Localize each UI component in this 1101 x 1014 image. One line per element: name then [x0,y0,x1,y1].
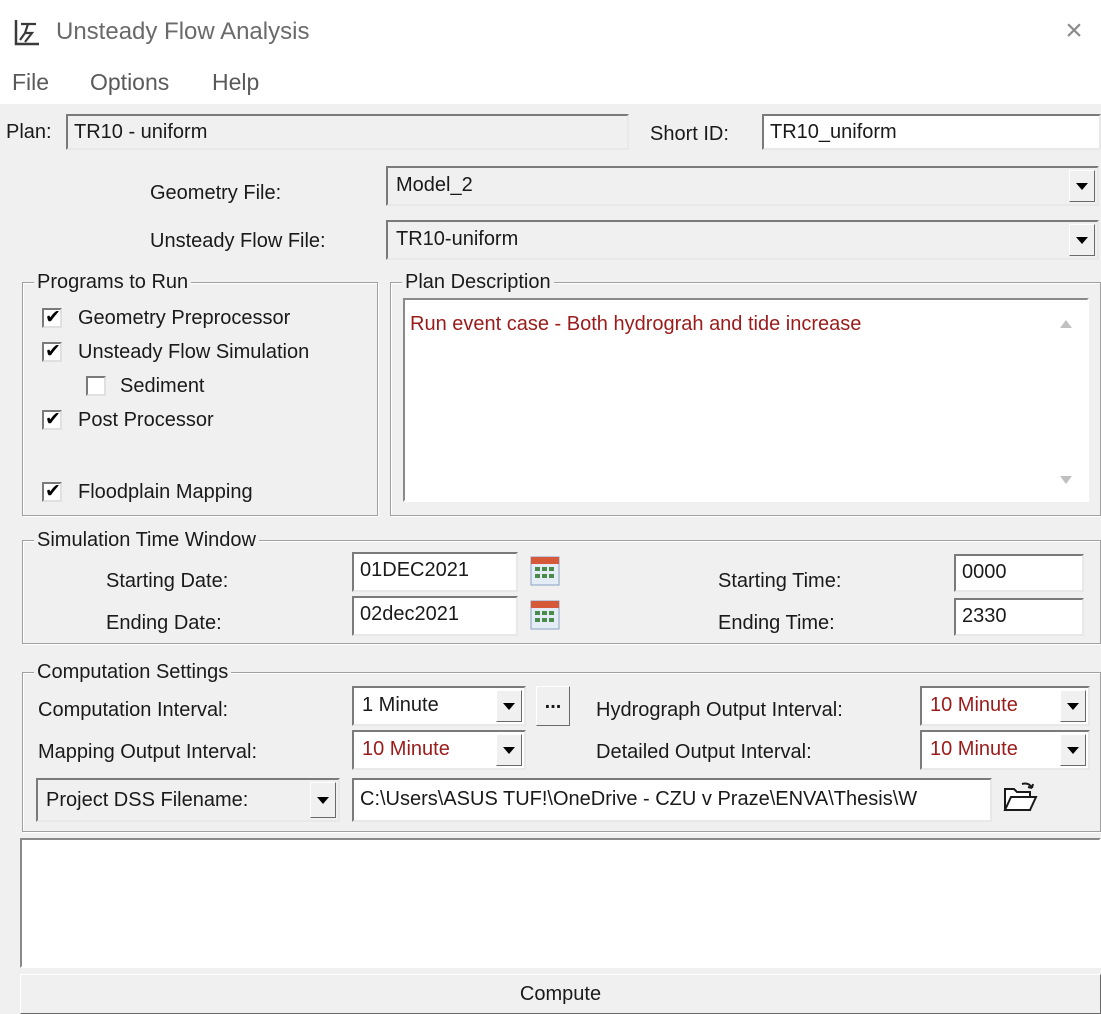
geometry-file-label: Geometry File: [150,182,282,204]
unsteady-flow-simulation-label: Unsteady Flow Simulation [78,341,310,363]
ending-time-input[interactable]: 2330 [954,598,1084,636]
plan-description-title: Plan Description [402,269,554,295]
starting-date-input[interactable]: 01DEC2021 [352,552,518,592]
computation-interval-label: Computation Interval: [38,699,229,721]
unsteady-flow-analysis-window: Unsteady Flow Analysis × File Options He… [0,0,1101,1014]
geometry-preprocessor-label: Geometry Preprocessor [78,307,291,329]
computation-interval-select[interactable]: 1 Minute [352,686,526,726]
unsteady-flow-file-value: TR10-uniform [396,228,519,250]
compute-messages-area [20,838,1101,968]
dss-filename-select-value: Project DSS Filename: [46,789,249,811]
hec-ras-app-icon [13,18,41,46]
chevron-down-icon[interactable] [1069,170,1095,202]
calendar-icon[interactable] [530,556,560,586]
hydrograph-output-interval-label: Hydrograph Output Interval: [596,699,843,721]
hydrograph-output-interval-value: 10 Minute [930,694,1018,716]
close-button[interactable]: × [1058,12,1090,50]
floodplain-mapping-checkbox[interactable] [42,480,62,504]
floodplain-mapping-label: Floodplain Mapping [78,481,253,503]
post-processor-label: Post Processor [78,409,214,431]
open-folder-icon[interactable] [1002,781,1038,815]
unsteady-flow-file-label: Unsteady Flow File: [150,230,326,252]
hydrograph-output-interval-select[interactable]: 10 Minute [920,686,1090,726]
chevron-down-icon[interactable] [1069,224,1095,256]
dss-filename-select[interactable]: Project DSS Filename: [36,778,340,822]
plan-description-text: Run event case - Both hydrograh and tide… [410,313,862,335]
chevron-down-icon[interactable] [496,734,522,766]
detailed-output-interval-select[interactable]: 10 Minute [920,730,1090,770]
mapping-output-interval-value: 10 Minute [362,738,450,760]
programs-to-run-title: Programs to Run [34,269,192,295]
short-id-input[interactable]: TR10_uniform [762,114,1101,150]
starting-time-label: Starting Time: [718,570,842,592]
chevron-down-icon[interactable] [496,690,522,722]
short-id-label: Short ID: [650,123,729,145]
starting-time-input[interactable]: 0000 [954,554,1084,592]
geometry-file-value: Model_2 [396,174,473,196]
ending-time-label: Ending Time: [718,612,835,634]
geometry-preprocessor-checkbox[interactable] [42,306,62,330]
plan-label: Plan: [6,121,52,143]
simulation-time-window-title: Simulation Time Window [34,527,259,553]
mapping-output-interval-label: Mapping Output Interval: [38,741,258,763]
post-processor-checkbox[interactable] [42,408,62,432]
starting-date-label: Starting Date: [106,570,229,592]
chevron-down-icon[interactable] [1060,734,1086,766]
menu-options[interactable]: Options [90,66,169,98]
window-title: Unsteady Flow Analysis [56,18,310,45]
computation-settings-title: Computation Settings [34,659,232,685]
chevron-down-icon[interactable] [1060,690,1086,722]
scroll-down-arrow-icon[interactable] [1058,474,1074,486]
sediment-label: Sediment [120,375,205,397]
ending-date-input[interactable]: 02dec2021 [352,596,518,636]
unsteady-flow-simulation-checkbox[interactable] [42,340,62,364]
detailed-output-interval-value: 10 Minute [930,738,1018,760]
ending-date-label: Ending Date: [106,612,222,634]
computation-options-button[interactable]: ... [536,686,570,726]
computation-interval-value: 1 Minute [362,694,439,716]
plan-title-input[interactable]: TR10 - uniform [66,114,629,150]
scroll-up-arrow-icon[interactable] [1058,318,1074,330]
menu-file[interactable]: File [12,66,49,98]
detailed-output-interval-label: Detailed Output Interval: [596,741,812,763]
mapping-output-interval-select[interactable]: 10 Minute [352,730,526,770]
unsteady-flow-file-select[interactable]: TR10-uniform [386,220,1099,260]
geometry-file-select[interactable]: Model_2 [386,166,1099,206]
calendar-icon[interactable] [530,600,560,630]
menu-help[interactable]: Help [212,66,259,98]
dss-path-input[interactable]: C:\Users\ASUS TUF!\OneDrive - CZU v Praz… [352,778,992,822]
chevron-down-icon[interactable] [310,782,336,818]
sediment-checkbox[interactable] [86,376,106,396]
compute-button[interactable]: Compute [20,974,1101,1014]
